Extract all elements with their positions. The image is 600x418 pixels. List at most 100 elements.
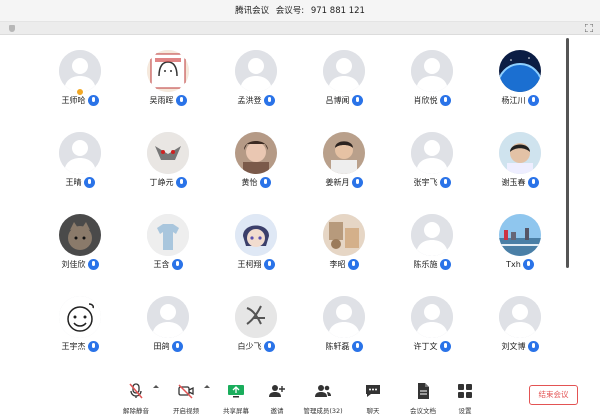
- chat-label: 聊天: [366, 407, 380, 415]
- participant-tile[interactable]: 陈乐施: [388, 202, 476, 286]
- participant-tile[interactable]: 许丁文: [388, 284, 476, 368]
- end-meeting-button[interactable]: 结束会议: [529, 385, 578, 405]
- participant-name: 吕博闻: [325, 96, 350, 105]
- avatar: [411, 50, 453, 92]
- invite-label: 邀请: [270, 407, 284, 415]
- participant-name-row: 王柯翔: [212, 259, 300, 270]
- participant-name: 刘文博: [501, 342, 526, 351]
- avatar: [147, 296, 189, 338]
- participant-tile[interactable]: 王柯翔: [212, 202, 300, 286]
- participant-tile[interactable]: 刘佳欣: [36, 202, 124, 286]
- participant-name-row: Txh: [476, 259, 564, 270]
- participant-tile[interactable]: 肖欣悦: [388, 38, 476, 122]
- document-icon: [414, 382, 432, 400]
- participant-name-row: 吕博闻: [300, 95, 388, 106]
- mic-icon: [259, 177, 271, 188]
- mic-icon: [175, 177, 187, 188]
- participant-tile[interactable]: 姜新月: [300, 120, 388, 204]
- avatar: [411, 214, 453, 256]
- participant-tile[interactable]: 王晴: [36, 120, 124, 204]
- participant-name: 陈轩磊: [325, 342, 350, 351]
- chat-button[interactable]: 聊天: [348, 382, 398, 415]
- mic-icon: [351, 177, 363, 188]
- settings-label: 设置: [458, 407, 472, 415]
- settings-grid-icon: [456, 382, 474, 400]
- settings-button[interactable]: 设置: [440, 382, 490, 415]
- participant-name-row: 姜新月: [300, 177, 388, 188]
- scrollbar[interactable]: [566, 38, 569, 268]
- participant-name: 王含: [153, 260, 170, 269]
- participant-tile[interactable]: 王含: [124, 202, 212, 286]
- participant-name-row: 吴雨晖: [124, 95, 212, 106]
- mic-muted-icon: [127, 382, 145, 400]
- avatar: [235, 50, 277, 92]
- start-video-label: 开启视频: [173, 407, 199, 415]
- participant-tile[interactable]: 黄怡: [212, 120, 300, 204]
- participant-name: 王柯翔: [237, 260, 262, 269]
- participant-name: 刘佳欣: [61, 260, 86, 269]
- mic-icon: [175, 95, 187, 106]
- mic-icon: [87, 95, 99, 106]
- app-name: 腾讯会议: [235, 6, 270, 16]
- manage-members-button[interactable]: 管理成员(32): [298, 382, 348, 415]
- participant-name-row: 谢玉春: [476, 177, 564, 188]
- avatar: [499, 50, 541, 92]
- participant-name-row: 李昭: [300, 259, 388, 270]
- mic-icon: [263, 259, 275, 270]
- mic-icon: [527, 177, 539, 188]
- participant-tile[interactable]: 王宇杰: [36, 284, 124, 368]
- meeting-toolbar: 解除静音 开启视频 共享屏幕 邀请 管理成员(32) 聊天 会议文档 设置 结束…: [0, 378, 600, 418]
- participant-tile[interactable]: 白少飞: [212, 284, 300, 368]
- participant-name-row: 丁峥元: [124, 177, 212, 188]
- participant-name-row: 白少飞: [212, 341, 300, 352]
- mic-icon: [527, 341, 539, 352]
- mic-icon: [83, 177, 95, 188]
- participant-name-row: 杨江川: [476, 95, 564, 106]
- invite-button[interactable]: 邀请: [252, 382, 302, 415]
- share-screen-icon: [227, 382, 245, 400]
- participant-name: Txh: [506, 260, 521, 269]
- participant-name: 谢玉春: [501, 178, 526, 187]
- participant-name: 肖欣悦: [413, 96, 438, 105]
- mic-icon: [527, 95, 539, 106]
- mic-icon: [439, 259, 451, 270]
- avatar: [59, 214, 101, 256]
- participant-tile[interactable]: 吴雨晖: [124, 38, 212, 122]
- participant-tile[interactable]: 田鸽: [124, 284, 212, 368]
- video-options-chevron-icon[interactable]: [204, 385, 210, 388]
- participant-tile[interactable]: 杨江川: [476, 38, 564, 122]
- participant-name-row: 王含: [124, 259, 212, 270]
- avatar: [235, 132, 277, 174]
- shield-icon[interactable]: [9, 25, 15, 32]
- participant-tile[interactable]: 陈轩磊: [300, 284, 388, 368]
- mic-icon: [171, 259, 183, 270]
- participant-tile[interactable]: 李昭: [300, 202, 388, 286]
- participant-name: 王晴: [65, 178, 82, 187]
- participant-name: 黄怡: [241, 178, 258, 187]
- participant-name: 张宇飞: [413, 178, 438, 187]
- meeting-id[interactable]: 971 881 121: [311, 6, 365, 16]
- avatar: [323, 132, 365, 174]
- mic-icon: [351, 95, 363, 106]
- avatar: [499, 296, 541, 338]
- participant-tile[interactable]: 丁峥元: [124, 120, 212, 204]
- participant-tile[interactable]: Txh: [476, 202, 564, 286]
- participant-tile[interactable]: 王师哈: [36, 38, 124, 122]
- participant-name-row: 田鸽: [124, 341, 212, 352]
- mic-icon: [439, 95, 451, 106]
- members-icon: [314, 382, 332, 400]
- participant-name: 吴雨晖: [149, 96, 174, 105]
- participant-tile[interactable]: 孟洪登: [212, 38, 300, 122]
- participant-tile[interactable]: 谢玉春: [476, 120, 564, 204]
- participant-tile[interactable]: 刘文博: [476, 284, 564, 368]
- mic-icon: [347, 259, 359, 270]
- avatar: [323, 50, 365, 92]
- mic-options-chevron-icon[interactable]: [153, 385, 159, 388]
- participant-tile[interactable]: 张宇飞: [388, 120, 476, 204]
- participant-name: 姜新月: [325, 178, 350, 187]
- fullscreen-icon[interactable]: [585, 24, 593, 32]
- mic-icon: [263, 95, 275, 106]
- participant-name-row: 许丁文: [388, 341, 476, 352]
- participant-name-row: 陈轩磊: [300, 341, 388, 352]
- participant-tile[interactable]: 吕博闻: [300, 38, 388, 122]
